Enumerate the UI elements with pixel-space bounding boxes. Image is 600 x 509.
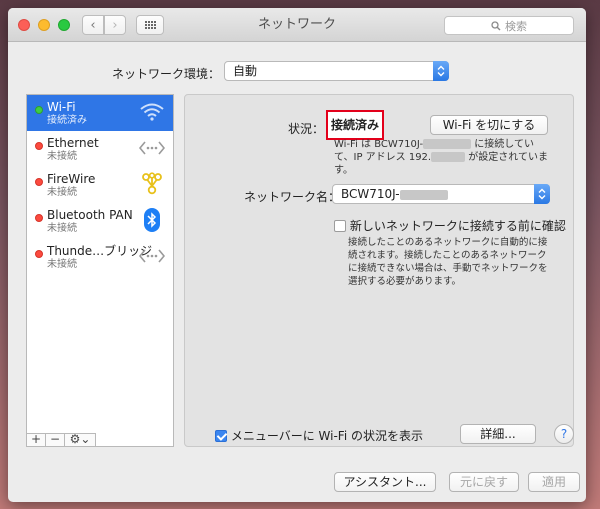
help-button[interactable]: ? — [554, 424, 574, 444]
forward-button[interactable]: › — [104, 15, 126, 35]
preferences-window: ‹ › ネットワーク 検索 ネットワーク環境： 自動 Wi-Fi 接続済み Et… — [8, 8, 586, 502]
updown-arrows-icon — [433, 61, 449, 81]
minimize-button[interactable] — [38, 19, 50, 31]
back-button[interactable]: ‹ — [82, 15, 104, 35]
revert-button[interactable]: 元に戻す — [449, 472, 519, 492]
updown-arrows-icon — [534, 184, 550, 204]
status-dot-disconnected — [35, 250, 43, 258]
chevron-right-icon: › — [112, 17, 118, 33]
location-select[interactable]: 自動 — [224, 61, 449, 81]
ask-join-label: 新しいネットワークに接続する前に確認 — [349, 219, 566, 233]
service-item-bluetooth-pan[interactable]: Bluetooth PAN 未接続 — [27, 203, 173, 239]
search-icon — [491, 20, 501, 30]
wifi-icon — [139, 99, 165, 125]
ask-join-checkbox[interactable] — [334, 220, 346, 232]
thunderbolt-bridge-icon — [139, 243, 165, 269]
network-name-value: BCW710J- — [341, 187, 400, 201]
show-all-button[interactable] — [136, 15, 164, 35]
status-dot-disconnected — [35, 142, 43, 150]
service-item-thunderbolt-bridge[interactable]: Thunde…ブリッジ 未接続 — [27, 239, 173, 275]
location-value: 自動 — [233, 64, 258, 78]
redacted-ssid — [423, 139, 472, 149]
action-menu-button[interactable]: ⚙︎⌄ — [64, 433, 96, 447]
status-value: 接続済み — [326, 110, 384, 140]
bluetooth-icon — [139, 207, 165, 233]
status-dot-connected — [35, 106, 43, 114]
firewire-icon — [139, 171, 165, 197]
zoom-button[interactable] — [58, 19, 70, 31]
status-label: 状況： — [288, 122, 325, 136]
chevron-left-icon: ‹ — [90, 17, 96, 33]
service-list: Wi-Fi 接続済み Ethernet 未接続 FireWire 未接続 Blu… — [26, 94, 174, 447]
ask-join-row[interactable]: 新しいネットワークに接続する前に確認 — [334, 217, 566, 234]
add-service-button[interactable]: + — [26, 433, 46, 447]
location-label: ネットワーク環境： — [112, 67, 221, 81]
advanced-button[interactable]: 詳細... — [460, 424, 536, 444]
status-description: Wi-Fi は BCW710J- に接続していて、IP アドレス 192. が設… — [334, 138, 552, 177]
show-in-menubar-row[interactable]: メニューバーに Wi-Fi の状況を表示 — [215, 427, 423, 444]
network-name-select[interactable]: BCW710J- — [332, 184, 550, 204]
ask-join-description: 接続したことのあるネットワークに自動的に接続されます。接続したことのあるネットワ… — [348, 237, 548, 287]
show-in-menubar-checkbox[interactable] — [215, 430, 227, 442]
redacted-ip — [431, 152, 466, 162]
title-bar: ‹ › ネットワーク 検索 — [8, 8, 586, 42]
status-desc-part1: Wi-Fi は BCW710J- — [334, 139, 424, 150]
apply-button[interactable]: 適用 — [528, 472, 580, 492]
service-item-ethernet[interactable]: Ethernet 未接続 — [27, 131, 173, 167]
show-in-menubar-label: メニューバーに Wi-Fi の状況を表示 — [230, 429, 423, 443]
network-name-label: ネットワーク名： — [244, 190, 341, 204]
redacted-ssid — [399, 189, 448, 200]
ethernet-icon — [139, 135, 165, 161]
turn-wifi-off-button[interactable]: Wi-Fi を切にする — [430, 115, 548, 135]
status-dot-disconnected — [35, 214, 43, 222]
service-item-firewire[interactable]: FireWire 未接続 — [27, 167, 173, 203]
search-placeholder: 検索 — [505, 19, 527, 33]
status-dot-disconnected — [35, 178, 43, 186]
assistant-button[interactable]: アシスタント... — [334, 472, 436, 492]
remove-service-button[interactable]: − — [45, 433, 65, 447]
service-list-toolbar: + − ⚙︎⌄ — [26, 433, 174, 447]
close-button[interactable] — [18, 19, 30, 31]
grid-icon — [144, 21, 156, 29]
service-item-wifi[interactable]: Wi-Fi 接続済み — [27, 95, 173, 131]
search-field[interactable]: 検索 — [444, 16, 574, 35]
